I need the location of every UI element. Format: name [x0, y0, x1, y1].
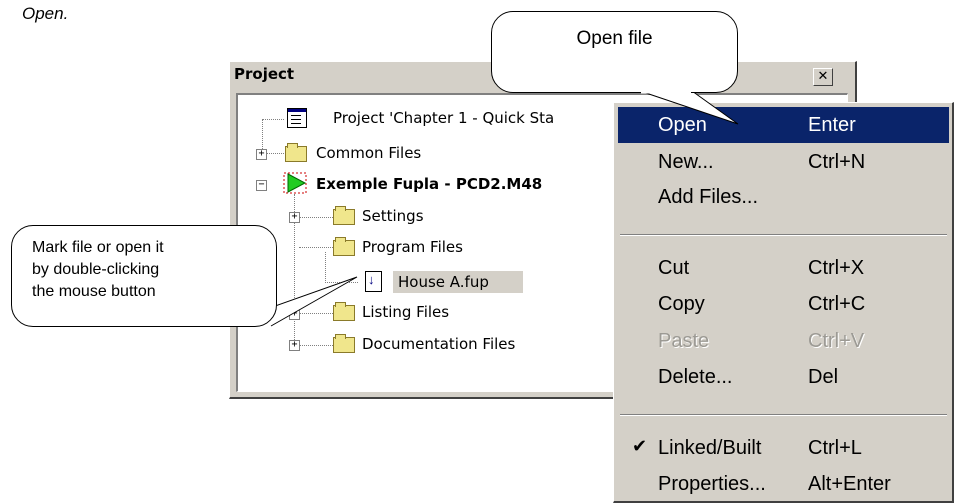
- callout-open-file: Open file: [491, 11, 738, 93]
- menu-item-linked-built[interactable]: ✔ Linked/Built Ctrl+L: [618, 430, 949, 466]
- fupla-file-icon: [365, 271, 382, 292]
- menu-item-open[interactable]: Open Enter: [618, 107, 949, 143]
- tree-line: [299, 247, 333, 248]
- context-menu: Open Enter New... Ctrl+N Add Files... Cu…: [613, 102, 954, 503]
- folder-icon: [333, 334, 355, 353]
- menu-item-delete[interactable]: Delete... Del: [618, 359, 949, 395]
- close-button[interactable]: ✕: [813, 68, 833, 86]
- checkmark-icon: ✔: [632, 436, 648, 456]
- expand-plus-icon[interactable]: +: [289, 309, 300, 320]
- folder-icon: [333, 206, 355, 225]
- tree-item-program-files[interactable]: Program Files: [362, 237, 463, 257]
- folder-icon: [333, 302, 355, 321]
- menu-item-add-files[interactable]: Add Files...: [618, 179, 949, 215]
- window-title: Project: [234, 65, 295, 83]
- tree-line: [325, 282, 358, 283]
- menu-item-paste: Paste Ctrl+V: [658, 330, 865, 352]
- tree-item-documentation-files[interactable]: Documentation Files: [362, 334, 515, 354]
- tree-line: [299, 345, 333, 346]
- collapse-minus-icon[interactable]: −: [256, 180, 267, 191]
- menu-separator: [620, 414, 947, 416]
- close-icon: ✕: [817, 69, 829, 84]
- callout-mark-file-line2: by double-clicking: [32, 261, 160, 278]
- tree-line: [299, 313, 333, 314]
- menu-item-cut[interactable]: Cut Ctrl+X: [618, 250, 949, 286]
- play-icon: [283, 172, 307, 194]
- intro-text: Open.: [22, 4, 69, 23]
- tree-item-project[interactable]: Project 'Chapter 1 - Quick Sta: [333, 108, 554, 128]
- menu-item-new[interactable]: New... Ctrl+N: [618, 144, 949, 180]
- tree-line: [325, 252, 326, 283]
- tree-line: [299, 217, 333, 218]
- expand-plus-icon[interactable]: +: [289, 212, 300, 223]
- callout-mark-file-line1: Mark file or open it: [32, 239, 164, 256]
- expand-plus-icon[interactable]: +: [289, 340, 300, 351]
- tree-line: [262, 119, 284, 120]
- menu-separator: [620, 234, 947, 236]
- callout-open-file-text: Open file: [576, 28, 653, 49]
- tree-item-device[interactable]: Exemple Fupla - PCD2.M48: [316, 174, 542, 194]
- tree-item-house-file[interactable]: House A.fup: [398, 272, 489, 292]
- tree-line: [266, 153, 284, 154]
- menu-item-properties[interactable]: Properties... Alt+Enter: [618, 466, 949, 502]
- callout-mark-file: Mark file or open it by double-clicking …: [11, 225, 277, 327]
- folder-icon: [285, 143, 307, 162]
- folder-icon: [333, 237, 355, 256]
- tree-item-common-files[interactable]: Common Files: [316, 143, 421, 163]
- expand-plus-icon[interactable]: +: [256, 149, 267, 160]
- tree-item-settings[interactable]: Settings: [362, 206, 424, 226]
- callout-mark-file-line3: the mouse button: [32, 283, 156, 300]
- project-icon: [287, 108, 307, 128]
- tree-item-listing-files[interactable]: Listing Files: [362, 302, 449, 322]
- menu-item-copy[interactable]: Copy Ctrl+C: [618, 286, 949, 322]
